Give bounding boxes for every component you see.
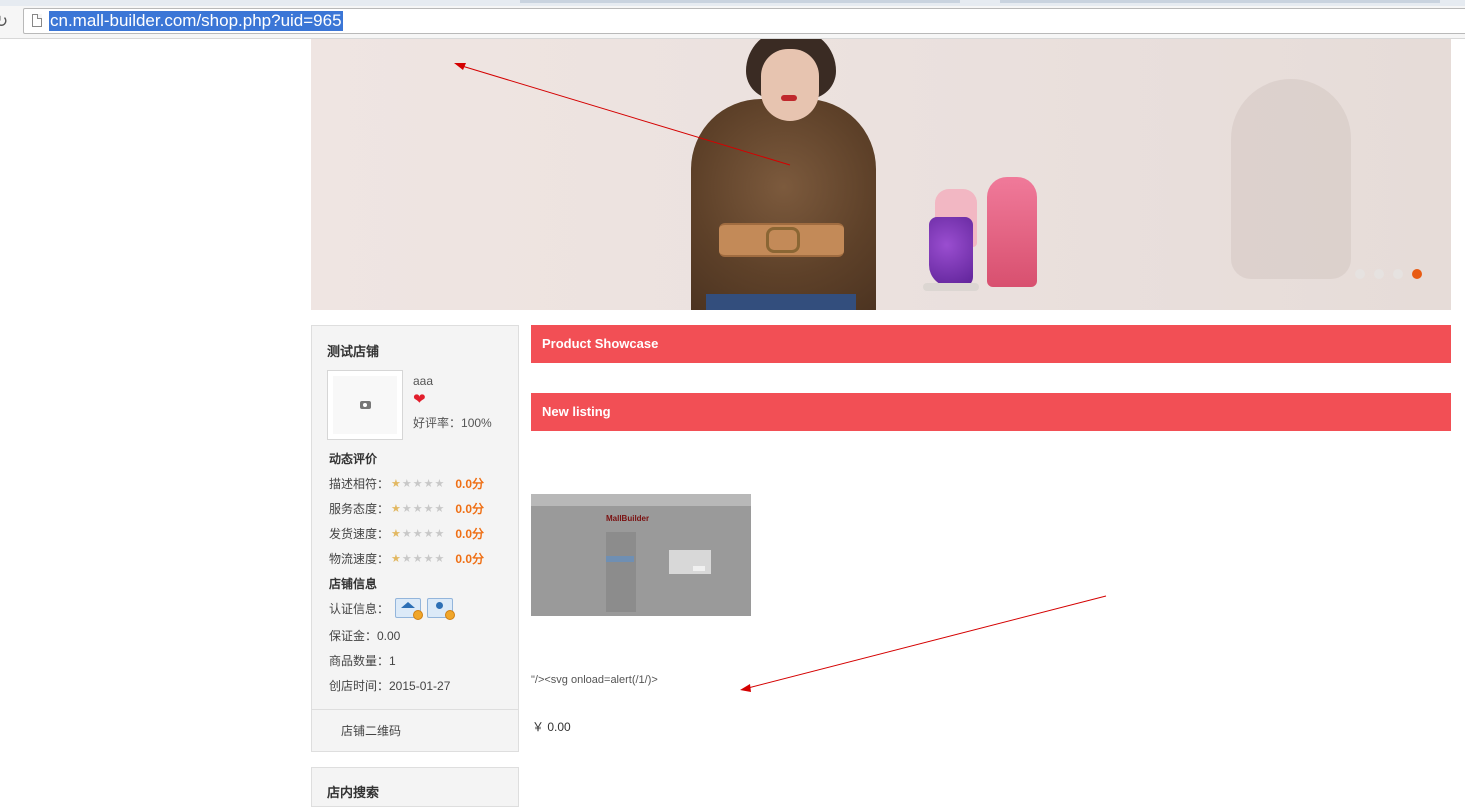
star-rating-icon: ★★★★★ <box>391 528 446 540</box>
banner-belt-buckle <box>766 227 800 253</box>
rating-label: 发货速度： <box>329 527 390 541</box>
rating-row: 服务态度： ★★★★★ 0.0分 <box>329 500 484 517</box>
product-count-row: 商品数量：1 <box>329 654 396 668</box>
annotation-arrowhead <box>740 684 751 692</box>
shop-info-panel: 测试店铺 aaa ❤ 好评率：100% 动态评价 描述相符： ★★★★★ 0.0… <box>311 325 519 752</box>
browser-tab[interactable] <box>520 0 960 3</box>
page-icon <box>32 14 42 27</box>
created-date-row: 创店时间：2015-01-27 <box>329 679 451 693</box>
shop-owner[interactable]: aaa <box>413 374 433 388</box>
annotation-arrow-line <box>747 595 1107 689</box>
banner-model-face <box>761 49 819 121</box>
product-title-link[interactable]: "/><svg onload=alert(/1/)> <box>531 674 658 686</box>
rating-label: 物流速度： <box>329 552 390 566</box>
new-listing-header: New listing <box>531 393 1451 431</box>
carousel-dot[interactable] <box>1374 269 1384 279</box>
shop-search-title: 店内搜索 <box>327 785 380 800</box>
rating-row: 描述相符： ★★★★★ 0.0分 <box>329 475 484 492</box>
banner-pink-coat <box>987 177 1037 287</box>
deposit-row: 保证金：0.00 <box>329 629 401 643</box>
rating-score: 0.0分 <box>455 552 485 566</box>
carousel-dot[interactable] <box>1355 269 1365 279</box>
divider <box>312 709 518 710</box>
rating-score: 0.0分 <box>455 527 485 541</box>
thumbnail-sidebar <box>606 532 636 612</box>
banner-model-lips <box>781 95 797 101</box>
certification-label: 认证信息： <box>329 601 390 616</box>
positive-rate: 好评率：100% <box>413 414 492 431</box>
product-price: ￥ 0.00 <box>532 720 571 734</box>
rating-label: 描述相符： <box>329 477 390 491</box>
carousel-dot[interactable] <box>1393 269 1403 279</box>
dynamic-rating-title: 动态评价 <box>329 452 378 466</box>
thumbnail-logo: MallBuilder <box>606 514 650 523</box>
thumbnail-dialog-button <box>693 566 705 571</box>
avatar-placeholder <box>333 376 397 434</box>
company-certification-icon[interactable] <box>395 598 424 620</box>
banner-purple-boot <box>929 217 973 287</box>
banner-model-coat <box>691 99 876 310</box>
positive-rate-label: 好评率： <box>413 416 462 430</box>
browser-tab[interactable] <box>1000 0 1440 3</box>
rating-row: 物流速度： ★★★★★ 0.0分 <box>329 550 484 567</box>
rating-label: 服务态度： <box>329 502 390 516</box>
rating-score: 0.0分 <box>455 477 485 491</box>
shop-info-title: 店铺信息 <box>329 577 378 591</box>
star-rating-icon: ★★★★★ <box>391 478 446 490</box>
shop-banner-carousel[interactable] <box>311 39 1451 310</box>
star-rating-icon: ★★★★★ <box>391 553 446 565</box>
product-thumbnail[interactable]: MallBuilder <box>531 494 751 616</box>
shop-search-panel: 店内搜索 <box>311 767 519 807</box>
banner-skirt <box>706 294 856 310</box>
shop-name[interactable]: 测试店铺 <box>327 341 379 360</box>
product-showcase-header: Product Showcase <box>531 325 1451 363</box>
star-rating-icon: ★★★★★ <box>391 503 446 515</box>
browser-toolbar: ↻ cn.mall-builder.com/shop.php?uid=965 <box>0 6 1465 39</box>
carousel-dot-active[interactable] <box>1412 269 1422 279</box>
personal-certification-icon[interactable] <box>427 598 456 620</box>
rating-row: 发货速度： ★★★★★ 0.0分 <box>329 525 484 542</box>
camera-icon <box>360 401 371 409</box>
carousel-indicators <box>1355 269 1422 279</box>
rating-score: 0.0分 <box>455 502 485 516</box>
address-bar[interactable]: cn.mall-builder.com/shop.php?uid=965 <box>23 8 1465 34</box>
positive-rate-value: 100% <box>461 416 492 430</box>
reload-icon[interactable]: ↻ <box>0 13 12 31</box>
thumbnail-sidebar-highlight <box>606 556 634 562</box>
heart-icon: ❤ <box>413 391 426 408</box>
url-text[interactable]: cn.mall-builder.com/shop.php?uid=965 <box>49 11 343 31</box>
shop-avatar[interactable] <box>327 370 403 440</box>
shop-qr-code-link[interactable]: 店铺二维码 <box>341 722 401 739</box>
banner-boot-sole <box>923 283 979 291</box>
thumbnail-browser-bar <box>531 494 751 506</box>
certification-row: 认证信息： <box>329 598 456 620</box>
banner-background-figure <box>1231 79 1351 279</box>
